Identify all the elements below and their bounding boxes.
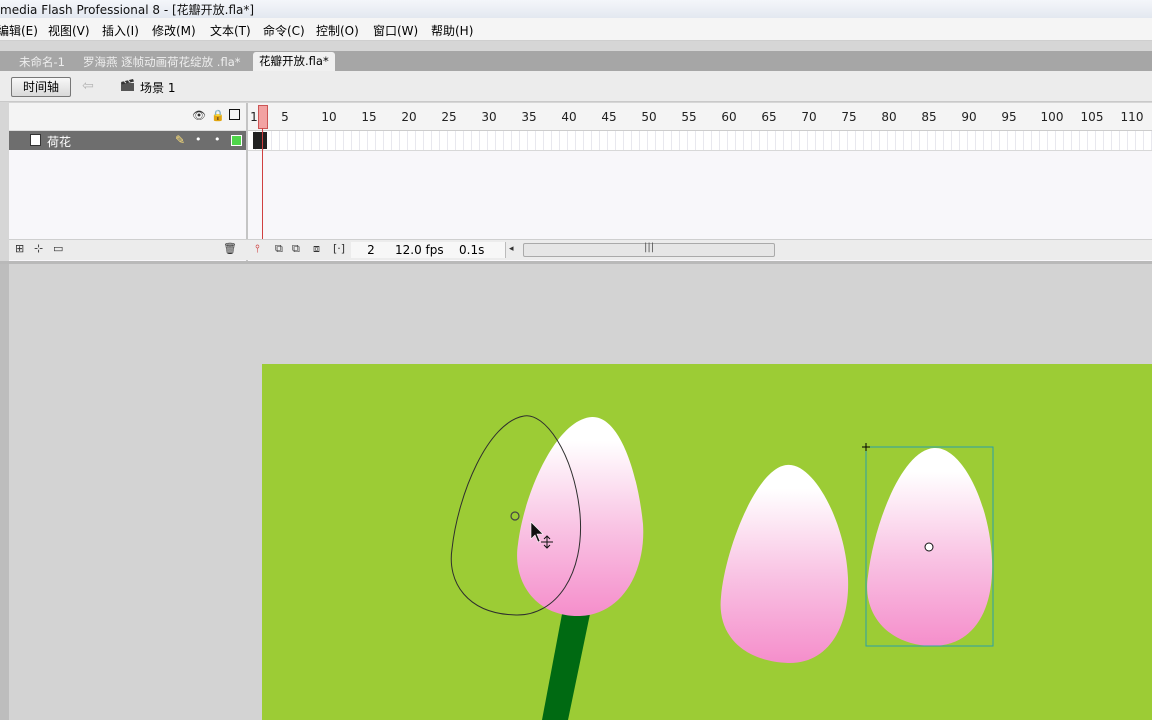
tick-label: 65: [761, 110, 777, 124]
outline-color-icon[interactable]: [231, 135, 242, 146]
menu-commands[interactable]: 命令(C): [263, 22, 305, 39]
tick-label: 80: [881, 110, 897, 124]
timeline-footer: ⊞ ⊹ ▭ 🗑 ⫯ ⧉ ⧉ ⧈ [·] 2 12.0 fps 0.1s ◂ ||…: [9, 239, 1152, 260]
document-tabs: 未命名-1 罗海燕 逐帧动画荷花绽放 .fla* 花瓣开放.fla*: [0, 51, 1152, 71]
selection-center-point[interactable]: [924, 542, 934, 552]
pencil-icon: ✎: [175, 133, 186, 147]
frame-rate[interactable]: 12.0 fps: [389, 242, 456, 258]
onion-skin-icon[interactable]: ⧉: [275, 243, 283, 255]
flower-stem[interactable]: [542, 614, 590, 720]
tick-label: 55: [681, 110, 697, 124]
tick-label: 60: [721, 110, 737, 124]
menu-view[interactable]: 视图(V): [48, 22, 90, 39]
timeline-toolbar: 时间轴 ⇦ 场景 1: [0, 71, 1152, 102]
menu-control[interactable]: 控制(O): [316, 22, 359, 39]
tick-label: 25: [441, 110, 457, 124]
menu-edit[interactable]: 编辑(E): [0, 22, 38, 39]
layer-name[interactable]: 荷花: [47, 133, 71, 150]
timeline-toggle-button[interactable]: 时间轴: [11, 77, 71, 97]
tick-label: 10: [321, 110, 337, 124]
clapperboard-icon: [121, 79, 134, 91]
tick-label: 20: [401, 110, 417, 124]
tick-label: 45: [601, 110, 617, 124]
onion-outline-icon[interactable]: ⧉: [292, 243, 300, 255]
lock-dot-icon[interactable]: •: [214, 134, 221, 146]
playhead[interactable]: [258, 105, 268, 129]
add-folder-icon[interactable]: ▭: [53, 243, 63, 255]
menu-text[interactable]: 文本(T): [210, 22, 251, 39]
back-arrow-icon[interactable]: ⇦: [82, 79, 98, 93]
tick-label: 1: [250, 110, 258, 124]
tick-label: 105: [1080, 110, 1104, 124]
tick-label: 40: [561, 110, 577, 124]
scroll-grip-icon: |||: [644, 242, 655, 253]
tick-label: 110: [1120, 110, 1144, 124]
window-title: media Flash Professional 8 - [花瓣开放.fla*]: [0, 3, 255, 17]
center-frame-icon[interactable]: ⫯: [255, 243, 260, 255]
menu-insert[interactable]: 插入(I): [102, 22, 139, 39]
menu-modify[interactable]: 修改(M): [152, 22, 196, 39]
trash-icon[interactable]: 🗑: [223, 243, 237, 255]
petal-2[interactable]: [720, 464, 849, 664]
modify-onion-markers-icon[interactable]: [·]: [333, 243, 345, 255]
lock-icon[interactable]: 🔒: [211, 110, 225, 122]
keyframe[interactable]: [253, 132, 267, 149]
tick-label: 70: [801, 110, 817, 124]
add-layer-icon[interactable]: ⊞: [15, 243, 24, 255]
tick-label: 30: [481, 110, 497, 124]
stage-artwork: [450, 415, 994, 720]
tab-lotus-animation[interactable]: 罗海燕 逐帧动画荷花绽放 .fla*: [77, 53, 247, 71]
tick-label: 35: [521, 110, 537, 124]
outline-icon[interactable]: [229, 109, 240, 120]
tab-untitled[interactable]: 未命名-1: [13, 53, 71, 71]
current-frame: 2: [351, 242, 392, 258]
title-bar: media Flash Professional 8 - [花瓣开放.fla*]: [0, 0, 1152, 18]
tick-label: 100: [1040, 110, 1064, 124]
add-guide-layer-icon[interactable]: ⊹: [34, 243, 43, 255]
menu-help[interactable]: 帮助(H): [431, 22, 473, 39]
layer-frames[interactable]: [248, 131, 1152, 151]
elapsed-time: 0.1s: [453, 242, 506, 258]
transform-point[interactable]: [510, 511, 520, 521]
tick-label: 15: [361, 110, 377, 124]
tick-label: 90: [961, 110, 977, 124]
tick-label: 50: [641, 110, 657, 124]
scroll-left-icon[interactable]: ◂: [509, 243, 514, 255]
registration-cross-icon: [862, 443, 870, 451]
eye-icon[interactable]: 👁: [192, 110, 206, 122]
tick-label: 85: [921, 110, 937, 124]
layer-header: 👁 🔒: [9, 103, 246, 131]
scene-label[interactable]: 场景 1: [140, 79, 175, 96]
menu-bar: 编辑(E) 视图(V) 插入(I) 修改(M) 文本(T) 命令(C) 控制(O…: [0, 18, 1152, 41]
timeline-scrollbar[interactable]: |||: [523, 242, 775, 257]
tick-label: 75: [841, 110, 857, 124]
edit-multiple-frames-icon[interactable]: ⧈: [313, 243, 320, 255]
layer-row[interactable]: 荷花 ✎ • •: [9, 131, 246, 150]
frame-ruler[interactable]: 1 5 10 15 20 25 30 35 40 45 50 55 60 65 …: [248, 103, 1152, 131]
menu-window[interactable]: 窗口(W): [373, 22, 418, 39]
tick-label: 5: [281, 110, 289, 124]
visible-dot-icon[interactable]: •: [195, 134, 202, 146]
layer-icon: [30, 134, 41, 146]
tab-petal-open[interactable]: 花瓣开放.fla*: [253, 52, 335, 71]
tick-label: 95: [1001, 110, 1017, 124]
